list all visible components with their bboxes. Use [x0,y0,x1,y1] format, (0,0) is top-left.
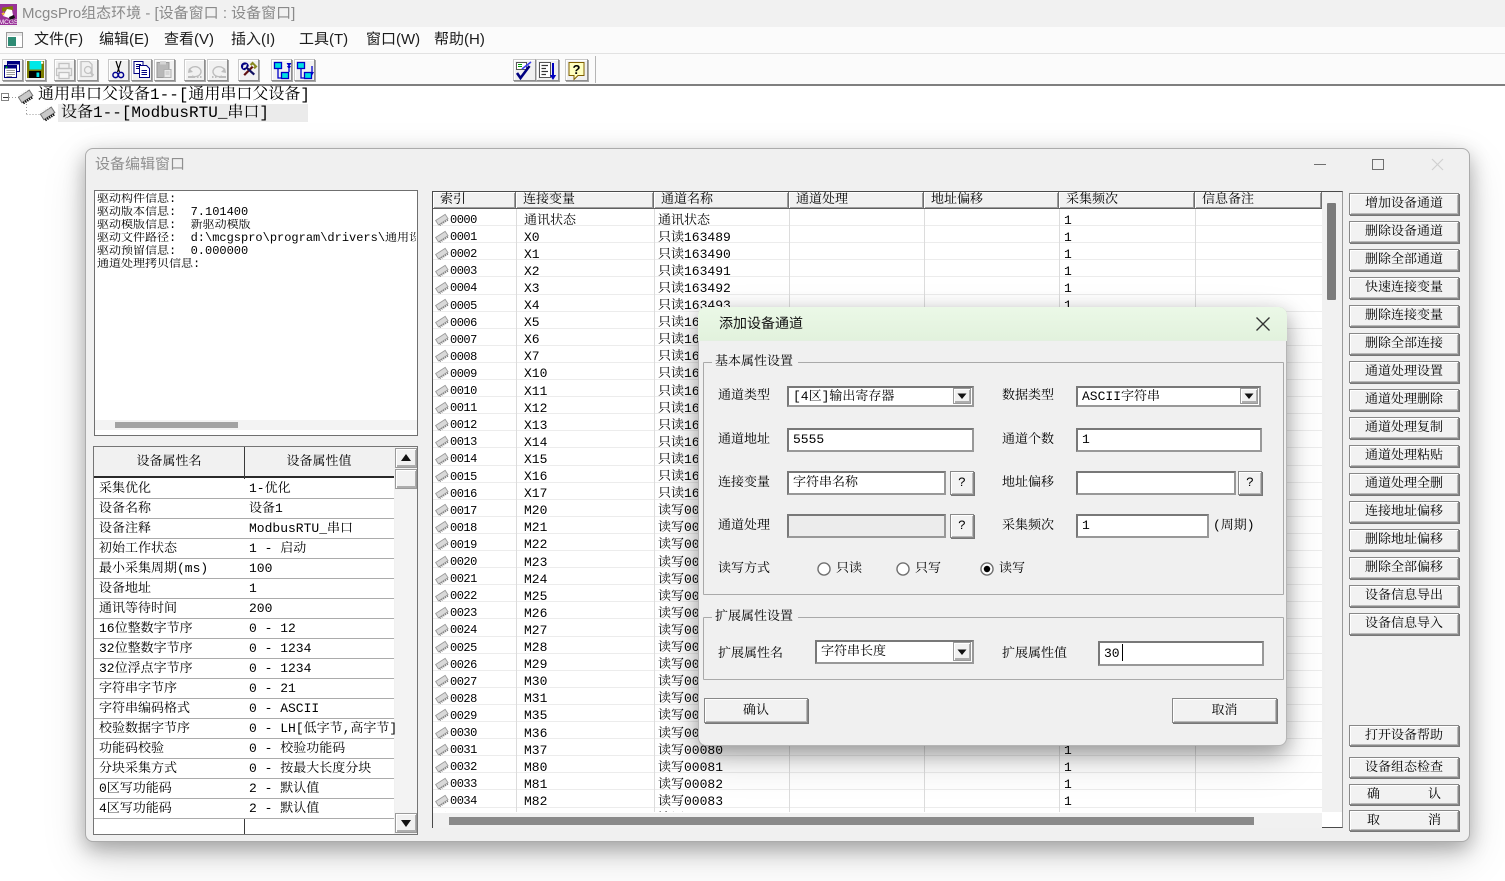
svg-text:?: ? [573,62,581,77]
svg-text:MCGS: MCGS [0,19,17,25]
